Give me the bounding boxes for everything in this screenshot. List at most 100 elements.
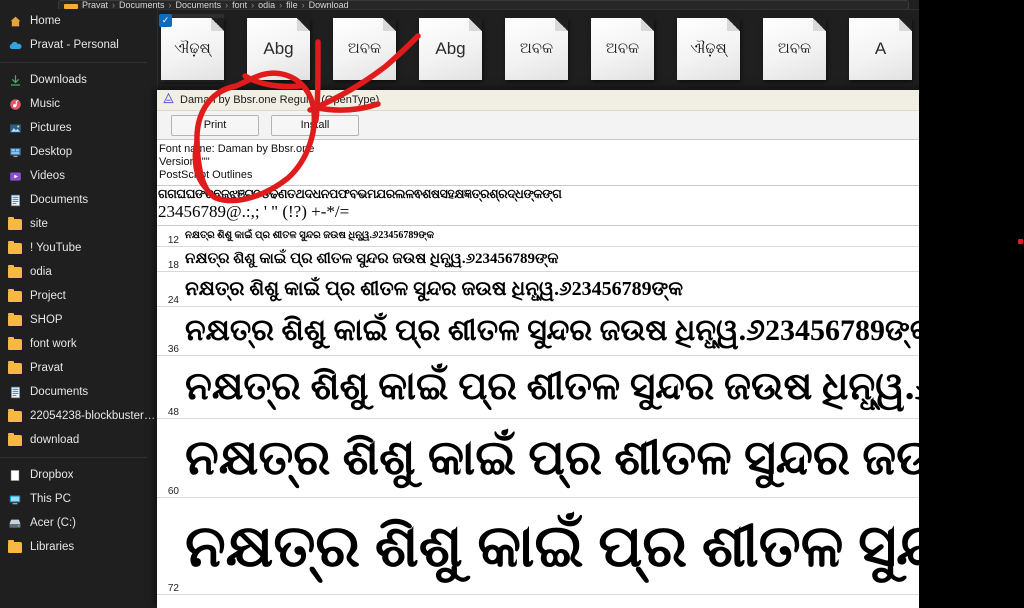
sidebar-item-download[interactable]: download (0, 428, 157, 452)
desktop-icon (8, 145, 22, 159)
sidebar-item-home[interactable]: Home (0, 9, 157, 33)
sidebar-item-font-work[interactable]: font work (0, 332, 157, 356)
thumbnail-preview-text: Abg (435, 39, 465, 59)
font-name-line: Font name: Daman by Bbsr.one (158, 143, 919, 156)
documents-icon (8, 385, 22, 399)
breadcrumb-item-5[interactable]: file (286, 1, 298, 10)
sidebar-item-label: Pictures (30, 122, 72, 134)
page-fold-corner (469, 18, 482, 31)
sidebar-item-videos[interactable]: Videos (0, 164, 157, 188)
file-tile[interactable]: A (849, 14, 912, 82)
sidebar-item-shop[interactable]: SHOP (0, 308, 157, 332)
thumbnail-preview-text: ଅବକ (778, 40, 811, 58)
sidebar-item-label: Acer (C:) (30, 517, 76, 529)
sidebar-item-site[interactable]: site (0, 212, 157, 236)
sidebar-item-libraries[interactable]: Libraries (0, 535, 157, 559)
sidebar-item-documents[interactable]: Documents (0, 380, 157, 404)
thumbnail-preview-text: ଐଢ଼ଷ୍ (690, 40, 726, 58)
sidebar-item-documents[interactable]: Documents (0, 188, 157, 212)
charset-glyph-row: ଗଗଘଘଙଚଛଜଝଞଟଠଡଢଣତଥଦଧନପଫବଭମଯରଲଳଵଶଷସହକ୍ଷଜ୍ଞ… (158, 187, 919, 202)
page-fold-corner (383, 18, 396, 31)
sidebar-item-label: Pravat (30, 362, 63, 374)
sample-row: 12ନକ୍ଷତ୍ର ଶିଶୁ କାଇଁ ପ୍ର ଶୀତଳ ସୁନ୍ଦର ଜଉଷ … (157, 226, 919, 247)
sidebar-item-this-pc[interactable]: This PC (0, 487, 157, 511)
sidebar-item-desktop[interactable]: Desktop (0, 140, 157, 164)
install-button[interactable]: Install (271, 115, 359, 136)
sidebar-item-project[interactable]: Project (0, 284, 157, 308)
dropbox-icon (8, 468, 22, 482)
charset-digit-row: 23456789@.:,; ' " (!?) +-*/= (158, 202, 919, 222)
folder-icon (8, 361, 22, 375)
sample-size-label: 12 (157, 235, 185, 246)
sidebar-item-22054238-blockbuster-trailer-15-ae[interactable]: 22054238-blockbuster-trailer-15-ae (0, 404, 157, 428)
thumbnail-preview-text: ଅବକ (348, 40, 381, 58)
sidebar-item-youtube[interactable]: ! YouTube (0, 236, 157, 260)
page-fold-corner (211, 18, 224, 31)
file-tile[interactable]: ଐଢ଼ଷ୍ (677, 14, 740, 82)
file-grid[interactable]: ✓ଐଢ଼ଷ୍AbgଅବକAbgଅବକଅବକଐଢ଼ଷ୍ଅବକA (161, 14, 919, 90)
breadcrumb-item-4[interactable]: odia (258, 1, 275, 10)
sample-text: ନକ୍ଷତ୍ର ଶିଶୁ କାଇଁ ପ୍ର ଶୀତଳ ସୁନ୍ଦର ଜଉଷ ଧି… (185, 226, 434, 246)
sample-size-label: 24 (157, 295, 185, 306)
font-outlines-line: PostScript Outlines (158, 169, 919, 182)
sidebar-item-label: This PC (30, 493, 71, 505)
sample-row: 18ନକ୍ଷତ୍ର ଶିଶୁ କାଇଁ ପ୍ର ଶୀତଳ ସୁନ୍ଦର ଜଉଷ … (157, 247, 919, 272)
file-tile[interactable]: ✓ଐଢ଼ଷ୍ (161, 14, 224, 82)
sidebar-divider (0, 457, 147, 458)
font-file-thumbnail: ଅବକ (763, 18, 826, 80)
sidebar-item-label: Videos (30, 170, 65, 182)
font-file-thumbnail: ଅବକ (505, 18, 568, 80)
dialog-toolbar: Print Install (157, 111, 919, 140)
thumbnail-preview-text: ଐଢ଼ଷ୍ (174, 40, 210, 58)
file-tile[interactable]: ଅବକ (591, 14, 654, 82)
breadcrumb-item-2[interactable]: Documents (176, 1, 222, 10)
sidebar-item-odia[interactable]: odia (0, 260, 157, 284)
breadcrumb-item-6[interactable]: Download (309, 1, 349, 10)
sidebar-item-label: site (30, 218, 48, 230)
sidebar-item-label: Documents (30, 386, 88, 398)
breadcrumb[interactable]: Pravat › Documents › Documents › font › … (58, 0, 909, 10)
sidebar-item-label: odia (30, 266, 52, 278)
navigation-sidebar[interactable]: HomePravat - Personal Downloads Music Pictu… (0, 9, 158, 608)
dialog-title-bar: Daman by Bbsr.one Regular (OpenType) (157, 90, 919, 111)
character-set-preview: ଗଗଘଘଙଚଛଜଝଞଟଠଡଢଣତଥଦଧନପଫବଭମଯରଲଳଵଶଷସହକ୍ଷଜ୍ଞ… (157, 186, 919, 226)
music-note-icon (8, 97, 22, 111)
sidebar-item-downloads[interactable]: Downloads (0, 68, 157, 92)
sidebar-item-acer-c[interactable]: Acer (C:) (0, 511, 157, 535)
file-tile[interactable]: ଅବକ (333, 14, 396, 82)
file-tile[interactable]: ଅବକ (505, 14, 568, 82)
page-fold-corner (899, 18, 912, 31)
page-fold-corner (813, 18, 826, 31)
sample-row: 72ନକ୍ଷତ୍ର ଶିଶୁ କାଇଁ ପ୍ର ଶୀତଳ ସୁନ୍ଦର ଜଉଷ … (157, 498, 919, 595)
folder-icon (8, 433, 22, 447)
font-file-icon (163, 91, 174, 109)
file-tile[interactable]: Abg (419, 14, 482, 82)
sidebar-item-music[interactable]: Music (0, 92, 157, 116)
page-fold-corner (297, 18, 310, 31)
selection-checkbox[interactable]: ✓ (159, 14, 172, 27)
sidebar-item-label: download (30, 434, 79, 446)
sidebar-item-label: Downloads (30, 74, 87, 86)
sidebar-item-pravat-personal[interactable]: Pravat - Personal (0, 33, 157, 57)
sample-size-label: 48 (157, 407, 185, 418)
breadcrumb-separator: › (251, 1, 254, 10)
breadcrumb-separator: › (169, 1, 172, 10)
sidebar-item-pravat[interactable]: Pravat (0, 356, 157, 380)
font-version-line: Version: "" (158, 156, 919, 169)
breadcrumb-item-3[interactable]: font (232, 1, 247, 10)
breadcrumb-separator: › (302, 1, 305, 10)
font-file-thumbnail: Abg (247, 18, 310, 80)
folder-icon (8, 337, 22, 351)
this-pc-icon (8, 492, 22, 506)
file-tile[interactable]: ଅବକ (763, 14, 826, 82)
font-file-thumbnail: A (849, 18, 912, 80)
folder-icon (8, 540, 22, 554)
sidebar-item-pictures[interactable]: Pictures (0, 116, 157, 140)
sidebar-item-dropbox[interactable]: Dropbox (0, 463, 157, 487)
sample-size-list: 12ନକ୍ଷତ୍ର ଶିଶୁ କାଇଁ ପ୍ର ଶୀତଳ ସୁନ୍ଦର ଜଉଷ … (157, 226, 919, 595)
thumbnail-preview-text: Abg (263, 39, 293, 59)
print-button[interactable]: Print (171, 115, 259, 136)
page-fold-corner (727, 18, 740, 31)
home-icon (8, 14, 22, 28)
file-tile[interactable]: Abg (247, 14, 310, 82)
